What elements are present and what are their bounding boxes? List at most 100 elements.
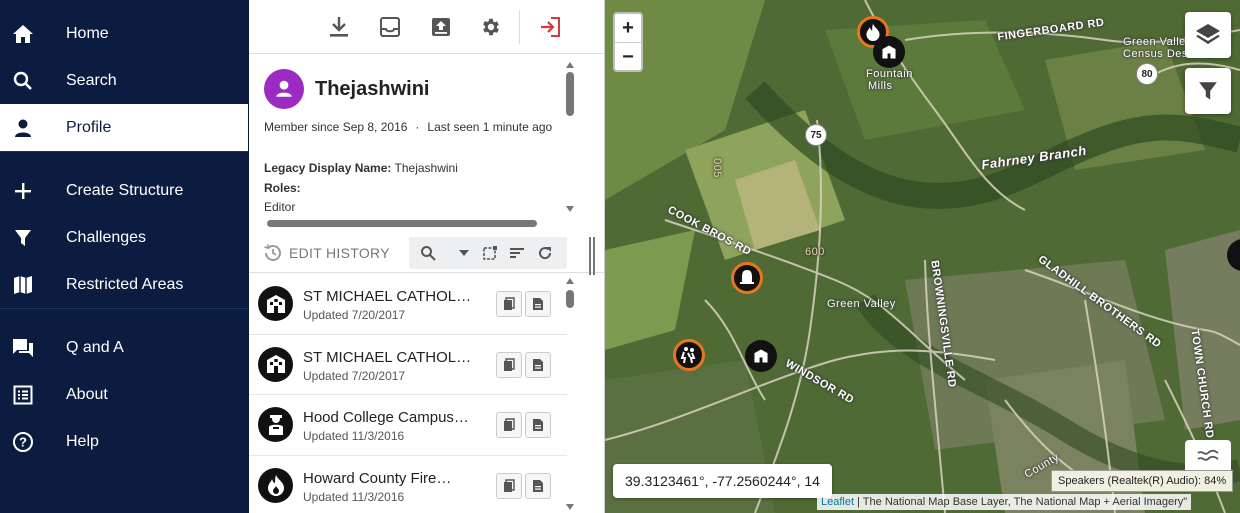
scroll-down-icon[interactable] (566, 504, 574, 510)
nav-challenges[interactable]: Challenges (0, 214, 248, 261)
profile-panel: Thejashwini Member since Sep 8, 2016 · Las… (249, 0, 605, 513)
profile-hscrollbar[interactable] (257, 220, 553, 228)
profile-scrollbar[interactable] (566, 62, 574, 212)
profile-details: Thejashwini Member since Sep 8, 2016 · Las… (249, 55, 567, 215)
scroll-up-icon[interactable] (566, 62, 574, 68)
waves-icon (1197, 449, 1219, 461)
child-care-icon (680, 347, 696, 364)
layers-button[interactable] (1185, 12, 1231, 58)
nav-q-and-a[interactable]: Q and A (0, 324, 248, 371)
school-icon (882, 45, 896, 59)
zoom-out-button[interactable]: − (615, 43, 641, 72)
map-label-census-des: Census Des (1123, 48, 1188, 60)
view-changes-button[interactable] (496, 412, 522, 438)
leaflet-link[interactable]: Leaflet (821, 496, 854, 508)
person-icon (276, 80, 292, 97)
copy-document-icon (504, 418, 515, 431)
hscroll-thumb[interactable] (267, 220, 537, 227)
nav-about[interactable]: About (0, 371, 248, 418)
system-tooltip: Speakers (Realtek(R) Audio): 84% (1051, 470, 1234, 492)
route-75-shield: 75 (805, 124, 827, 146)
person-icon (0, 118, 46, 138)
document-icon (533, 419, 543, 431)
nav-create-structure[interactable]: Create Structure (0, 167, 248, 214)
map-label-green-valley: Green Valley (827, 298, 896, 310)
last-seen: Last seen 1 minute ago (427, 120, 553, 134)
list-item-name: Howard County Fire… (303, 469, 452, 487)
nav-help-label: Help (66, 432, 99, 450)
toolbar-divider (519, 10, 520, 44)
map-filter-button[interactable] (1185, 68, 1231, 114)
view-changes-button[interactable] (496, 472, 522, 499)
document-icon (533, 358, 543, 371)
scroll-up-icon[interactable] (566, 278, 574, 284)
scroll-thumb[interactable] (566, 290, 574, 308)
main-nav: Home Search Profile Create Structure Cha… (0, 0, 248, 513)
view-changes-button[interactable] (496, 351, 522, 378)
scroll-thumb[interactable] (566, 72, 574, 116)
nav-restricted-areas[interactable]: Restricted Areas (0, 261, 248, 308)
history-search-button[interactable] (419, 244, 437, 262)
upload-button[interactable] (428, 14, 454, 40)
map-panel-toggle[interactable] (1185, 440, 1231, 470)
nav-create-structure-label: Create Structure (66, 181, 184, 199)
gear-icon (483, 18, 499, 36)
map-marker-child-care[interactable] (673, 339, 705, 371)
panel-resize-handle[interactable] (589, 237, 595, 275)
refresh-icon (539, 247, 552, 260)
map-label-mills: Mills (868, 80, 893, 92)
list-item[interactable]: Howard County Fire… Updated 11/3/2016 (249, 456, 567, 513)
profile-toolbar (249, 0, 604, 54)
scroll-down-icon[interactable] (566, 206, 574, 212)
zoom-control: + − (613, 12, 643, 72)
forum-icon (0, 338, 46, 358)
view-feature-button[interactable] (525, 472, 551, 499)
edit-history-list: ST MICHAEL CATHOL… Updated 7/20/2017 ST … (249, 274, 567, 513)
view-feature-button[interactable] (525, 412, 551, 438)
inbox-button[interactable] (377, 14, 403, 40)
nav-q-and-a-label: Q and A (66, 338, 124, 356)
list-item-date: Updated 11/3/2016 (303, 489, 405, 504)
map-label-green-valley-cdp: Green Valley (1123, 36, 1192, 48)
zoom-in-button[interactable]: + (615, 14, 641, 43)
layers-icon (1196, 24, 1220, 44)
sign-out-button[interactable] (537, 14, 563, 40)
legacy-display-name: Legacy Display Name: Thejashwini (264, 161, 458, 175)
map-marker-school[interactable] (745, 340, 777, 372)
roles-label: Roles: (264, 181, 301, 195)
nav-about-label: About (66, 385, 108, 403)
sort-icon (510, 248, 524, 258)
list-item[interactable]: Hood College Campus… Updated 11/3/2016 (249, 395, 567, 456)
sign-out-icon (541, 17, 560, 37)
nav-profile-label: Profile (66, 118, 112, 136)
list-item[interactable]: ST MICHAEL CATHOL… Updated 7/20/2017 (249, 335, 567, 395)
history-scrollbar[interactable] (566, 278, 574, 510)
nav-help[interactable]: ? Help (0, 418, 248, 465)
list-item[interactable]: ST MICHAEL CATHOL… Updated 7/20/2017 (249, 274, 567, 335)
view-feature-button[interactable] (525, 291, 551, 317)
document-icon (533, 298, 543, 310)
police-icon (258, 407, 293, 442)
list-item-date: Updated 7/20/2017 (303, 308, 406, 322)
history-refresh-button[interactable] (536, 244, 554, 262)
settings-button[interactable] (478, 14, 504, 40)
inbox-icon (380, 17, 400, 37)
map-marker-selected[interactable] (731, 262, 763, 294)
history-sort-button[interactable] (508, 244, 526, 262)
download-button[interactable] (326, 14, 352, 40)
history-select-button[interactable] (481, 244, 499, 262)
legacy-value: Thejashwini (394, 161, 458, 175)
nav-profile[interactable]: Profile (0, 104, 248, 151)
map-label-fountain: Fountain (866, 68, 913, 80)
nav-home-label: Home (66, 24, 109, 42)
select-box-icon (483, 246, 497, 260)
map-view[interactable]: FINGERBOARD RD Green Valley Census Des F… (605, 0, 1240, 513)
nav-home[interactable]: Home (0, 10, 248, 57)
view-changes-button[interactable] (496, 291, 522, 317)
map-marker-school[interactable] (873, 36, 905, 68)
history-search-dropdown[interactable] (455, 244, 473, 262)
school-icon (258, 286, 293, 321)
view-feature-button[interactable] (525, 351, 551, 378)
nav-search[interactable]: Search (0, 57, 248, 104)
attribution-text: | The National Map Base Layer, The Natio… (857, 496, 1188, 508)
